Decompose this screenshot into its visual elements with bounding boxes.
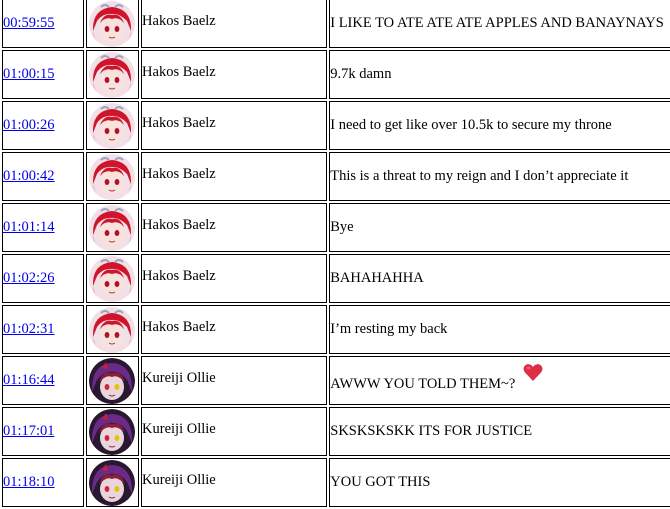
timestamp-link[interactable]: 01:17:01: [3, 423, 55, 439]
author-name: Kureiji Ollie: [142, 370, 216, 386]
chat-row: 01:18:10 Kureiji Ollie YOU GOT THIS: [2, 458, 670, 507]
message-text: SKSKSKSKK ITS FOR JUSTICE: [330, 423, 533, 439]
message-cell: I’m resting my back: [329, 305, 670, 354]
timestamp-link[interactable]: 00:59:55: [3, 15, 55, 31]
red-heart-icon: [523, 363, 543, 387]
chat-log-body: 00:59:55 Hakos Baelz I LIKE TO ATE ATE A…: [2, 0, 670, 507]
chat-row: 01:02:26 Hakos Baelz BAHAHAHHA: [2, 254, 670, 303]
author-name: Hakos Baelz: [142, 166, 216, 182]
message-cell: Bye: [329, 203, 670, 252]
author-name-cell: Hakos Baelz: [141, 305, 328, 354]
author-name-cell: Kureiji Ollie: [141, 356, 328, 405]
timestamp-link[interactable]: 01:16:44: [3, 372, 55, 388]
author-name-cell: Kureiji Ollie: [141, 407, 328, 456]
chat-log-table: 00:59:55 Hakos Baelz I LIKE TO ATE ATE A…: [0, 0, 670, 509]
author-name: Hakos Baelz: [142, 268, 216, 284]
chat-row: 00:59:55 Hakos Baelz I LIKE TO ATE ATE A…: [2, 0, 670, 48]
timestamp-link[interactable]: 01:00:26: [3, 117, 55, 133]
baelz-avatar: [89, 153, 136, 200]
author-name-cell: Kureiji Ollie: [141, 458, 328, 507]
baelz-avatar: [89, 0, 136, 47]
message-cell: 9.7k damn: [329, 50, 670, 99]
avatar-cell: [85, 101, 140, 150]
timestamp-link[interactable]: 01:02:31: [3, 321, 55, 337]
message-cell: AWWW YOU TOLD THEM~?: [329, 356, 670, 405]
avatar-cell: [85, 152, 140, 201]
timestamp-cell: 01:02:26: [2, 254, 84, 303]
avatar-cell: [85, 203, 140, 252]
avatar-cell: [85, 254, 140, 303]
author-name-cell: Hakos Baelz: [141, 152, 328, 201]
timestamp-link[interactable]: 01:00:15: [3, 66, 55, 82]
baelz-avatar: [89, 102, 136, 149]
author-name: Hakos Baelz: [142, 217, 216, 233]
message-text: This is a threat to my reign and I don’t…: [330, 168, 629, 184]
baelz-avatar: [89, 306, 136, 353]
author-name: Hakos Baelz: [142, 64, 216, 80]
avatar-cell: [85, 458, 140, 507]
timestamp-cell: 01:01:14: [2, 203, 84, 252]
timestamp-cell: 01:02:31: [2, 305, 84, 354]
chat-row: 01:16:44 Kureiji Ollie AWWW YOU TOLD THE…: [2, 356, 670, 405]
author-name-cell: Hakos Baelz: [141, 254, 328, 303]
message-text: I’m resting my back: [330, 321, 448, 337]
message-text: AWWW YOU TOLD THEM~?: [330, 375, 516, 392]
avatar-cell: [85, 407, 140, 456]
timestamp-link[interactable]: 01:02:26: [3, 270, 55, 286]
avatar-cell: [85, 50, 140, 99]
message-cell: This is a threat to my reign and I don’t…: [329, 152, 670, 201]
author-name-cell: Hakos Baelz: [141, 0, 328, 48]
author-name-cell: Hakos Baelz: [141, 50, 328, 99]
author-name: Hakos Baelz: [142, 13, 216, 29]
timestamp-cell: 01:16:44: [2, 356, 84, 405]
message-text: BAHAHAHHA: [330, 270, 424, 286]
message-text: I need to get like over 10.5k to secure …: [330, 117, 612, 133]
baelz-avatar: [89, 204, 136, 251]
message-text: I LIKE TO ATE ATE ATE APPLES AND BANAYNA…: [330, 15, 664, 31]
timestamp-cell: 01:18:10: [2, 458, 84, 507]
message-cell: SKSKSKSKK ITS FOR JUSTICE: [329, 407, 670, 456]
timestamp-cell: 01:17:01: [2, 407, 84, 456]
author-name-cell: Hakos Baelz: [141, 203, 328, 252]
avatar-cell: [85, 305, 140, 354]
author-name: Hakos Baelz: [142, 115, 216, 131]
message-text: YOU GOT THIS: [330, 474, 431, 490]
ollie-avatar: [89, 357, 136, 404]
message-cell: I need to get like over 10.5k to secure …: [329, 101, 670, 150]
chat-row: 01:01:14 Hakos Baelz Bye: [2, 203, 670, 252]
chat-row: 01:02:31 Hakos Baelz I’m resting my back: [2, 305, 670, 354]
chat-row: 01:00:42 Hakos Baelz This is a threat to…: [2, 152, 670, 201]
message-text: Bye: [330, 219, 354, 235]
avatar-cell: [85, 356, 140, 405]
timestamp-cell: 00:59:55: [2, 0, 84, 48]
ollie-avatar: [89, 408, 136, 455]
baelz-avatar: [89, 51, 136, 98]
chat-row: 01:17:01 Kureiji Ollie SKSKSKSKK ITS FOR…: [2, 407, 670, 456]
author-name: Hakos Baelz: [142, 319, 216, 335]
baelz-avatar: [89, 255, 136, 302]
chat-row: 01:00:26 Hakos Baelz I need to get like …: [2, 101, 670, 150]
message-cell: I LIKE TO ATE ATE ATE APPLES AND BANAYNA…: [329, 0, 670, 48]
message-cell: YOU GOT THIS: [329, 458, 670, 507]
author-name-cell: Hakos Baelz: [141, 101, 328, 150]
ollie-avatar: [89, 459, 136, 506]
avatar-cell: [85, 0, 140, 48]
timestamp-cell: 01:00:26: [2, 101, 84, 150]
message-text: 9.7k damn: [330, 66, 392, 82]
timestamp-cell: 01:00:15: [2, 50, 84, 99]
chat-row: 01:00:15 Hakos Baelz 9.7k damn: [2, 50, 670, 99]
message-cell: BAHAHAHHA: [329, 254, 670, 303]
timestamp-link[interactable]: 01:18:10: [3, 474, 55, 490]
timestamp-cell: 01:00:42: [2, 152, 84, 201]
timestamp-link[interactable]: 01:00:42: [3, 168, 55, 184]
author-name: Kureiji Ollie: [142, 421, 216, 437]
author-name: Kureiji Ollie: [142, 472, 216, 488]
timestamp-link[interactable]: 01:01:14: [3, 219, 55, 235]
